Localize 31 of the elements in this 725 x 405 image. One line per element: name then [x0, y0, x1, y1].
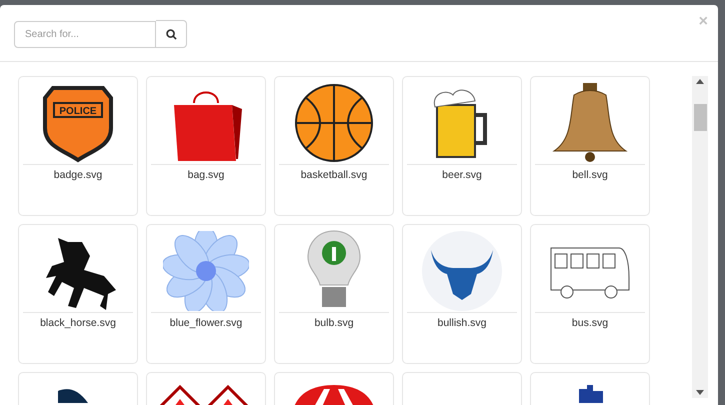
file-name: basketball.svg [300, 169, 368, 181]
search-button[interactable] [156, 20, 187, 48]
icon-card[interactable]: POLICE badge.svg [18, 76, 138, 216]
icon-card[interactable]: beer.svg [402, 76, 522, 216]
scroll-up-icon[interactable] [696, 79, 704, 84]
icon-card[interactable]: bullish.svg [402, 224, 522, 364]
bell-icon [550, 81, 630, 164]
file-name: blue_flower.svg [170, 317, 242, 329]
search-field[interactable]: Search for... [14, 20, 156, 48]
file-name: beer.svg [442, 169, 482, 181]
file-name: bell.svg [572, 169, 608, 181]
file-name: black_horse.svg [40, 317, 116, 329]
icon-card[interactable]: bag.svg [146, 76, 266, 216]
file-name: bullish.svg [437, 317, 487, 329]
icon-card[interactable]: blue_flower.svg [146, 224, 266, 364]
search-icon [166, 28, 176, 40]
file-name: bus.svg [572, 317, 608, 329]
icon-card[interactable]: bus.svg [530, 224, 650, 364]
icon-card[interactable]: black_horse.svg [18, 224, 138, 364]
scroll-down-icon[interactable] [696, 390, 704, 395]
icon-card[interactable]: basketball.svg [274, 76, 394, 216]
icon-card[interactable]: bulb.svg [274, 224, 394, 364]
scrollbar[interactable] [692, 76, 708, 398]
file-name: badge.svg [54, 169, 102, 181]
file-name: bulb.svg [314, 317, 354, 329]
file-name: bag.svg [188, 169, 224, 181]
icon-card[interactable]: bell.svg [530, 76, 650, 216]
scrollbar-thumb[interactable] [694, 104, 706, 130]
basketball-icon [293, 82, 375, 164]
bull-head-icon [421, 230, 503, 312]
flower-icon [163, 230, 249, 310]
